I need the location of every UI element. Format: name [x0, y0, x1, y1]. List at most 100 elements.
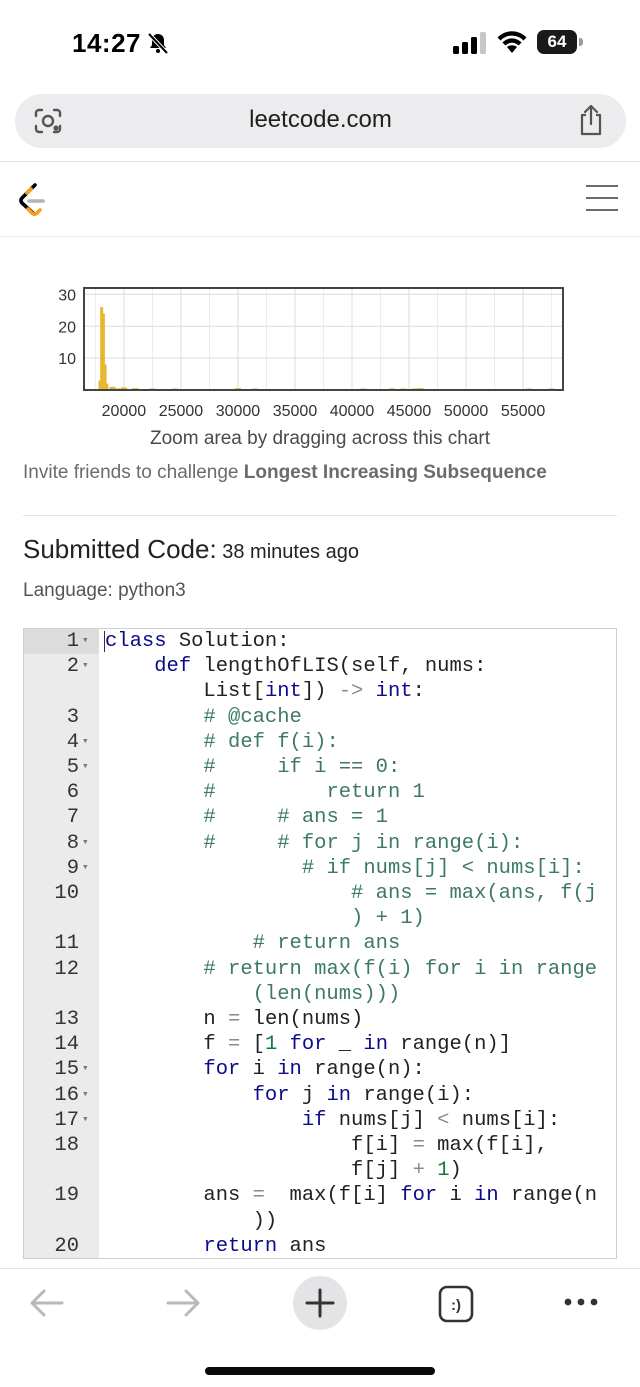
code-line[interactable]: 18 f[i] = max(f[i],	[24, 1133, 616, 1158]
tabs-icon[interactable]: :)	[437, 1284, 475, 1324]
leetcode-logo-icon[interactable]	[16, 182, 48, 218]
line-number: 15	[54, 1058, 79, 1082]
code-line[interactable]: 2 ▾ def lengthOfLIS(self, nums:	[24, 654, 616, 679]
fold-toggle-icon[interactable]: ▾	[82, 730, 89, 755]
code-line[interactable]: 1 ▾ class Solution:	[24, 629, 616, 654]
menu-icon[interactable]	[586, 185, 618, 211]
code-line[interactable]: 13 n = len(nums)	[24, 1007, 616, 1032]
battery-level: 64	[537, 30, 577, 54]
back-arrow-icon[interactable]	[28, 1280, 66, 1326]
invite-prefix: Invite friends to challenge	[23, 462, 244, 483]
wifi-icon	[497, 31, 527, 53]
submitted-code-label: Submitted Code:	[23, 534, 217, 564]
code-text: List[int]) -> int:	[105, 680, 425, 704]
code-line[interactable]: 8 ▾ # # for j in range(i):	[24, 831, 616, 856]
text-cursor	[104, 631, 105, 652]
fold-toggle-icon[interactable]: ▾	[82, 1108, 89, 1133]
code-text: f[i] = max(f[i],	[105, 1134, 548, 1157]
line-number: 9	[66, 856, 79, 880]
code-text: # return 1	[203, 781, 425, 805]
battery-icon: 64	[537, 30, 583, 54]
code-line[interactable]: 11 # return ans	[24, 931, 616, 956]
code-line[interactable]: 17 ▾ if nums[j] < nums[i]:	[24, 1108, 616, 1133]
language-label: Language: python3	[23, 580, 186, 601]
line-number: 17	[54, 1108, 79, 1132]
x-tick-label: 20000	[102, 403, 147, 418]
fold-toggle-icon[interactable]: ▾	[82, 1057, 89, 1082]
fold-toggle-icon[interactable]: ▾	[82, 1083, 89, 1108]
code-editor[interactable]: 1 ▾ class Solution: 2 ▾ def lengthOfLIS(self…	[23, 628, 617, 1259]
code-text: # if nums[j] < nums[i]:	[301, 856, 585, 880]
share-icon[interactable]	[577, 104, 605, 136]
code-text: # # for j in range(i):	[203, 831, 524, 855]
status-time: 14:27	[72, 28, 141, 58]
code-line[interactable]: 9 ▾ # if nums[j] < nums[i]:	[24, 856, 616, 881]
bell-muted-icon	[147, 32, 169, 55]
code-line[interactable]: 10 # ans = max(ans, f(j	[24, 881, 616, 906]
code-line[interactable]: 16 ▾ for j in range(i):	[24, 1083, 616, 1108]
plus-icon[interactable]	[292, 1275, 348, 1331]
code-text: # def f(i):	[203, 730, 339, 754]
code-text: for j in range(i):	[252, 1083, 475, 1107]
more-icon[interactable]	[563, 1294, 599, 1310]
fold-toggle-icon[interactable]: ▾	[82, 856, 89, 881]
code-line[interactable]: 12 # return max(f(i) for i in range	[24, 957, 616, 982]
code-text: # ans = max(ans, f(j	[351, 882, 598, 905]
code-text: n = len(nums)	[105, 1008, 364, 1031]
forward-arrow-icon[interactable]	[164, 1280, 202, 1326]
address-bar[interactable]: leetcode.com	[15, 94, 626, 148]
fold-toggle-icon[interactable]: ▾	[82, 629, 89, 654]
fold-toggle-icon[interactable]: ▾	[82, 654, 89, 679]
code-text: # if i == 0:	[203, 756, 401, 779]
x-tick-label: 50000	[444, 403, 489, 418]
line-number: 12	[54, 957, 79, 981]
code-text: # # ans = 1	[203, 806, 388, 830]
code-text: for i in range(n):	[203, 1058, 425, 1082]
line-number: 7	[66, 806, 79, 830]
line-number: 3	[66, 705, 79, 729]
chart-caption: Zoom area by dragging across this chart	[149, 428, 491, 449]
code-line[interactable]: 6 # return 1	[24, 780, 616, 805]
code-text: return ans	[203, 1234, 327, 1258]
problem-link[interactable]: Longest Increasing Subsequence	[244, 462, 547, 483]
y-tick-label: 30	[58, 287, 76, 304]
line-number: 13	[54, 1008, 79, 1031]
code-line[interactable]: 15 ▾ for i in range(n):	[24, 1057, 616, 1082]
code-line[interactable]: List[int]) -> int:	[24, 679, 616, 704]
code-line[interactable]: 20 return ans	[24, 1234, 616, 1258]
fold-toggle-icon[interactable]: ▾	[82, 831, 89, 856]
line-number: 18	[54, 1134, 79, 1157]
line-number: 4	[66, 730, 79, 754]
code-line[interactable]: ))	[24, 1209, 616, 1234]
code-line[interactable]: 7 # # ans = 1	[24, 805, 616, 830]
code-line[interactable]: f[j] + 1)	[24, 1158, 616, 1183]
x-tick-label: 35000	[273, 403, 318, 418]
svg-text::): :)	[451, 1297, 461, 1314]
line-number: 2	[66, 655, 79, 679]
code-text: ) + 1)	[351, 907, 425, 931]
code-line[interactable]: ) + 1)	[24, 906, 616, 931]
line-number: 20	[54, 1234, 79, 1258]
code-line[interactable]: 19 ans = max(f[i] for i in range(n	[24, 1183, 616, 1208]
signal-icon	[453, 32, 486, 54]
code-line[interactable]: (len(nums)))	[24, 982, 616, 1007]
code-line[interactable]: 3 # @cache	[24, 705, 616, 730]
runtime-distribution-chart[interactable]: 30 20 10 20000 25000 30000 35000 40000 45000 5000…	[0, 278, 640, 418]
x-tick-label: 25000	[159, 403, 204, 418]
code-text: (len(nums)))	[252, 982, 401, 1006]
code-line[interactable]: 4 ▾ # def f(i):	[24, 730, 616, 755]
status-bar: 14:27 64	[0, 0, 640, 86]
x-tick-label: 40000	[330, 403, 375, 418]
code-line[interactable]: 14 f = [1 for _ in range(n)]	[24, 1032, 616, 1057]
code-text: # return max(f(i) for i in range	[203, 957, 598, 981]
code-text: ans = max(f[i] for i in range(n	[105, 1184, 598, 1208]
fold-toggle-icon[interactable]: ▾	[82, 755, 89, 780]
x-tick-label: 45000	[387, 403, 432, 418]
code-text: f = [1 for _ in range(n)]	[105, 1033, 512, 1057]
y-tick-label: 10	[58, 351, 76, 368]
code-line[interactable]: 5 ▾ # if i == 0:	[24, 755, 616, 780]
code-text: # return ans	[252, 932, 401, 956]
line-number: 1	[66, 630, 79, 653]
url-text[interactable]: leetcode.com	[15, 106, 626, 134]
chart-svg[interactable]: 30 20 10 20000 25000 30000 35000 40000 45000 5000…	[0, 278, 640, 418]
